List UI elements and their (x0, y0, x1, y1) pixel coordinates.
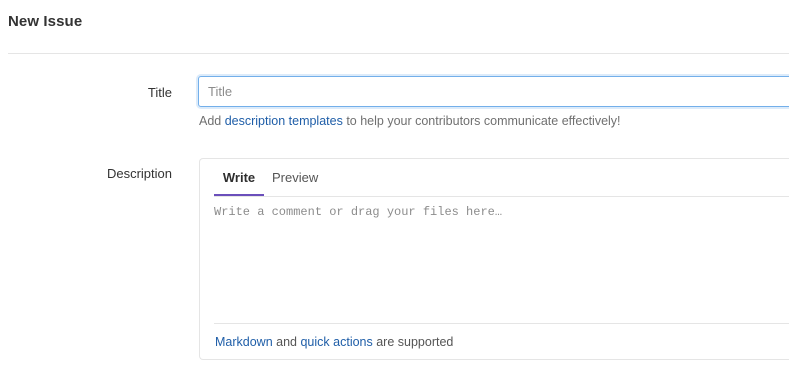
quick-actions-link[interactable]: quick actions (300, 335, 372, 349)
description-label: Description (106, 166, 172, 181)
description-templates-link[interactable]: description templates (225, 114, 343, 128)
description-textarea[interactable] (214, 205, 789, 323)
editor-footer: Markdown and quick actions are supported (215, 335, 453, 349)
title-label: Title (147, 85, 172, 100)
page-title: New Issue (8, 13, 83, 30)
editor-footer-divider (214, 323, 789, 324)
footer-and-text: and (272, 335, 301, 349)
help-prefix: Add (199, 114, 225, 128)
help-text: Add description templates to help your c… (199, 114, 621, 128)
tab-preview[interactable]: Preview (272, 159, 318, 196)
title-input[interactable] (198, 76, 789, 107)
description-editor: Write Preview Markdown and quick actions… (199, 158, 789, 360)
markdown-link[interactable]: Markdown (215, 335, 273, 349)
footer-suffix-text: are supported (372, 335, 454, 349)
tab-write[interactable]: Write (214, 159, 264, 196)
title-divider (8, 53, 789, 54)
help-suffix: to help your contributors communicate ef… (342, 114, 621, 128)
editor-tabs: Write Preview (214, 159, 789, 197)
